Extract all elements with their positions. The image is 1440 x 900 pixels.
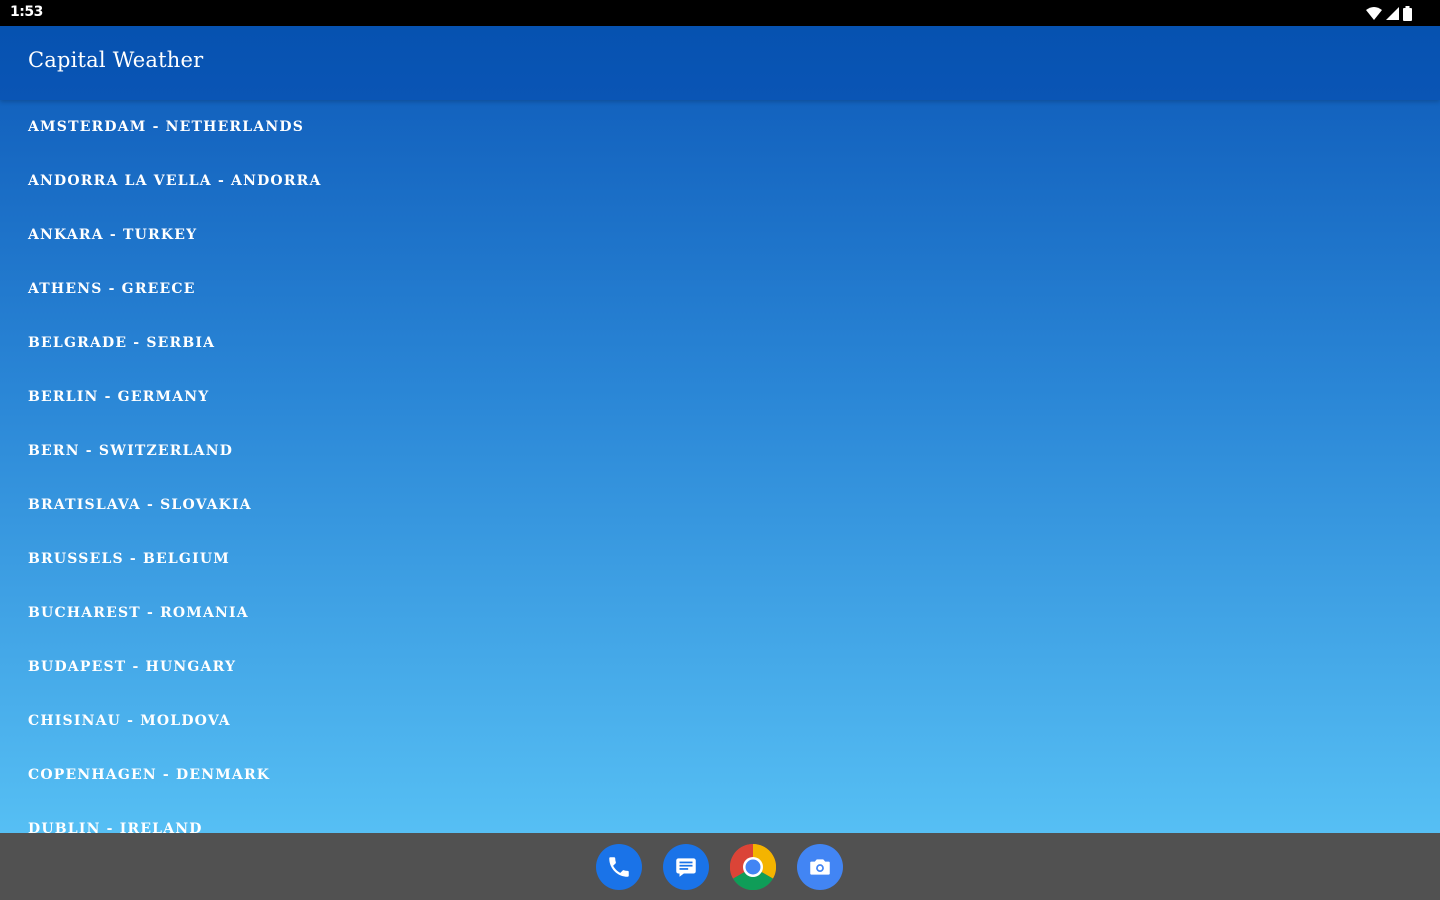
- city-list-item[interactable]: ANDORRA LA VELLA - ANDORRA: [0, 154, 1440, 208]
- city-list-item[interactable]: BERLIN - GERMANY: [0, 370, 1440, 424]
- city-list-item[interactable]: ATHENS - GREECE: [0, 262, 1440, 316]
- phone-icon[interactable]: [596, 844, 642, 890]
- app-window: Capital Weather AMSTERDAM - NETHERLANDS …: [0, 26, 1440, 833]
- status-icons: [1366, 5, 1412, 21]
- dock-icons: [596, 844, 843, 890]
- battery-icon: [1403, 5, 1412, 21]
- city-list-item[interactable]: DUBLIN - IRELAND: [0, 802, 1440, 833]
- city-list-item[interactable]: BRATISLAVA - SLOVAKIA: [0, 478, 1440, 532]
- device-screen: 1:53 Capital Weather AMSTERDAM - NETHERL…: [0, 0, 1440, 900]
- city-list-item[interactable]: BRUSSELS - BELGIUM: [0, 532, 1440, 586]
- city-list-item[interactable]: ANKARA - TURKEY: [0, 208, 1440, 262]
- city-list-item[interactable]: AMSTERDAM - NETHERLANDS: [0, 100, 1440, 154]
- camera-icon[interactable]: [797, 844, 843, 890]
- city-list-item[interactable]: BERN - SWITZERLAND: [0, 424, 1440, 478]
- chrome-icon[interactable]: [730, 844, 776, 890]
- app-title: Capital Weather: [28, 48, 204, 72]
- status-time: 1:53: [10, 4, 43, 20]
- app-dock: [0, 833, 1440, 900]
- city-list-item[interactable]: BUDAPEST - HUNGARY: [0, 640, 1440, 694]
- app-bar: Capital Weather: [0, 26, 1440, 100]
- city-list[interactable]: AMSTERDAM - NETHERLANDS ANDORRA LA VELLA…: [0, 100, 1440, 833]
- messages-icon[interactable]: [663, 844, 709, 890]
- cell-signal-icon: [1386, 6, 1399, 20]
- city-list-item[interactable]: BUCHAREST - ROMANIA: [0, 586, 1440, 640]
- city-list-item[interactable]: BELGRADE - SERBIA: [0, 316, 1440, 370]
- city-list-item[interactable]: CHISINAU - MOLDOVA: [0, 694, 1440, 748]
- city-list-item[interactable]: COPENHAGEN - DENMARK: [0, 748, 1440, 802]
- status-bar: 1:53: [0, 0, 1440, 26]
- wifi-icon: [1366, 6, 1382, 20]
